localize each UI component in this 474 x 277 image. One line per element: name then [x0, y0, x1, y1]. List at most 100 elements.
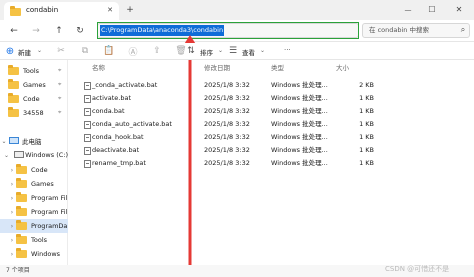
more-button[interactable]: ··· — [284, 46, 291, 54]
table-row[interactable]: _conda_activate.bat 2025/1/8 3:32 Window… — [82, 79, 474, 92]
folder-icon — [16, 192, 27, 202]
file-size: 1 KB — [359, 120, 374, 128]
table-row[interactable]: conda_auto_activate.bat 2025/1/8 3:32 Wi… — [82, 118, 474, 131]
sidebar-item-tools[interactable]: Tools ⌖ — [0, 64, 68, 78]
sidebar-item-tools-folder[interactable]: › Tools — [0, 233, 68, 247]
sidebar-item-windows-c[interactable]: ⌄ Windows (C:) — [0, 148, 68, 162]
chevron-right-icon[interactable]: › — [8, 251, 16, 258]
file-name: conda.bat — [92, 107, 125, 115]
column-header-type[interactable]: 类型 — [271, 62, 284, 74]
chevron-down-icon: ⌄ — [260, 47, 266, 54]
back-button[interactable]: ← — [8, 24, 20, 37]
maximize-button[interactable]: ☐ — [424, 3, 440, 16]
sidebar-item-programdata[interactable]: › ProgramDa — [0, 219, 68, 233]
table-row[interactable]: conda_hook.bat 2025/1/8 3:32 Windows 批处理… — [82, 131, 474, 144]
chevron-down-icon[interactable]: ⌄ — [4, 152, 9, 159]
delete-icon[interactable]: 🗑 — [175, 46, 186, 56]
bat-file-icon — [84, 121, 91, 129]
new-tab-button[interactable]: + — [124, 4, 136, 16]
file-size: 2 KB — [359, 81, 374, 89]
file-size: 1 KB — [359, 159, 374, 167]
paste-icon[interactable]: 📋 — [103, 46, 114, 56]
refresh-button[interactable]: ↻ — [74, 24, 86, 37]
new-icon: ⊕ — [5, 45, 15, 57]
file-type: Windows 批处理... — [271, 81, 328, 89]
sidebar-item-games[interactable]: Games ⌖ — [0, 78, 68, 92]
bat-file-icon — [84, 134, 91, 142]
folder-icon — [16, 234, 27, 244]
view-button[interactable]: 查看 — [242, 47, 255, 57]
bat-file-icon — [84, 147, 91, 155]
column-header-modified[interactable]: 修改日期 — [204, 62, 230, 74]
file-type: Windows 批处理... — [271, 94, 328, 102]
folder-icon — [10, 6, 21, 16]
close-window-button[interactable]: ✕ — [451, 3, 467, 16]
file-type: Windows 批处理... — [271, 133, 328, 141]
folder-icon — [16, 248, 27, 258]
watermark: CSDN @可惜还不是 — [385, 265, 450, 273]
folder-icon — [16, 178, 27, 188]
search-input[interactable]: 在 condabin 中搜索 — [362, 23, 470, 38]
table-row[interactable]: activate.bat 2025/1/8 3:32 Windows 批处理..… — [82, 92, 474, 105]
share-icon[interactable]: ⇪ — [152, 46, 162, 56]
chevron-right-icon[interactable]: › — [8, 237, 16, 244]
minimize-button[interactable]: — — [400, 3, 416, 16]
view-icon: ☰ — [228, 46, 238, 56]
table-row[interactable]: deactivate.bat 2025/1/8 3:32 Windows 批处理… — [82, 144, 474, 157]
sidebar-item-program-files-x86[interactable]: › Program Fil — [0, 205, 68, 219]
sidebar-item-code[interactable]: Code ⌖ — [0, 92, 68, 106]
forward-button[interactable]: → — [30, 24, 42, 37]
chevron-right-icon[interactable]: › — [8, 167, 16, 174]
cut-icon[interactable]: ✂ — [56, 46, 66, 56]
chevron-down-icon: ⌄ — [218, 47, 224, 54]
folder-icon — [8, 79, 19, 89]
sort-button[interactable]: 排序 — [200, 47, 213, 57]
file-date: 2025/1/8 3:32 — [204, 81, 250, 89]
item-count: 7 个项目 — [6, 267, 30, 274]
table-row[interactable]: rename_tmp.bat 2025/1/8 3:32 Windows 批处理… — [82, 157, 474, 170]
column-header-size[interactable]: 大小 — [336, 62, 349, 74]
file-date: 2025/1/8 3:32 — [204, 146, 250, 154]
rename-icon[interactable]: Ⓐ — [128, 46, 138, 58]
pin-icon: ⌖ — [58, 95, 62, 102]
folder-icon — [16, 220, 27, 230]
sidebar-item-program-files[interactable]: › Program Fil — [0, 191, 68, 205]
file-name: rename_tmp.bat — [92, 159, 146, 167]
sidebar-item-windows-folder[interactable]: › Windows — [0, 247, 68, 261]
file-size: 1 KB — [359, 133, 374, 141]
table-row[interactable]: conda.bat 2025/1/8 3:32 Windows 批处理... 1… — [82, 105, 474, 118]
tab-title: condabin — [26, 6, 59, 14]
file-size: 1 KB — [359, 94, 374, 102]
chevron-right-icon[interactable]: › — [8, 209, 16, 216]
navigation-pane: Tools ⌖ Games ⌖ Code ⌖ 34558 ⌖ ⌄ 此电脑 ⌄ W… — [0, 60, 68, 267]
column-header-name[interactable]: 名称 — [92, 62, 105, 74]
new-button[interactable]: 新建 — [18, 47, 31, 57]
up-button[interactable]: ↑ — [53, 24, 65, 37]
file-name: conda_auto_activate.bat — [92, 120, 172, 128]
sidebar-item-games-folder[interactable]: › Games — [0, 177, 68, 191]
file-type: Windows 批处理... — [271, 159, 328, 167]
highlight-box — [97, 22, 359, 39]
copy-icon[interactable]: ⧉ — [80, 46, 90, 56]
chevron-down-icon[interactable]: ⌄ — [0, 138, 8, 145]
chevron-right-icon[interactable]: › — [8, 195, 16, 202]
pin-icon: ⌖ — [58, 67, 62, 74]
sidebar-item-code-folder[interactable]: › Code — [0, 163, 68, 177]
pin-icon: ⌖ — [58, 109, 62, 116]
file-type: Windows 批处理... — [271, 120, 328, 128]
chevron-right-icon[interactable]: › — [8, 181, 16, 188]
file-type: Windows 批处理... — [271, 146, 328, 154]
file-name: _conda_activate.bat — [92, 81, 158, 89]
pin-icon: ⌖ — [58, 81, 62, 88]
folder-icon — [16, 206, 27, 216]
folder-icon — [8, 107, 19, 117]
tab-condabin[interactable]: condabin ✕ — [4, 2, 119, 20]
sort-icon: ⇅ — [187, 46, 195, 56]
file-date: 2025/1/8 3:32 — [204, 94, 250, 102]
file-date: 2025/1/8 3:32 — [204, 107, 250, 115]
sidebar-item-34558[interactable]: 34558 ⌖ — [0, 106, 68, 120]
close-tab-icon[interactable]: ✕ — [104, 4, 116, 16]
sidebar-item-this-pc[interactable]: ⌄ 此电脑 — [0, 134, 68, 148]
search-icon: ⌕ — [460, 25, 466, 34]
chevron-right-icon[interactable]: › — [8, 223, 16, 230]
